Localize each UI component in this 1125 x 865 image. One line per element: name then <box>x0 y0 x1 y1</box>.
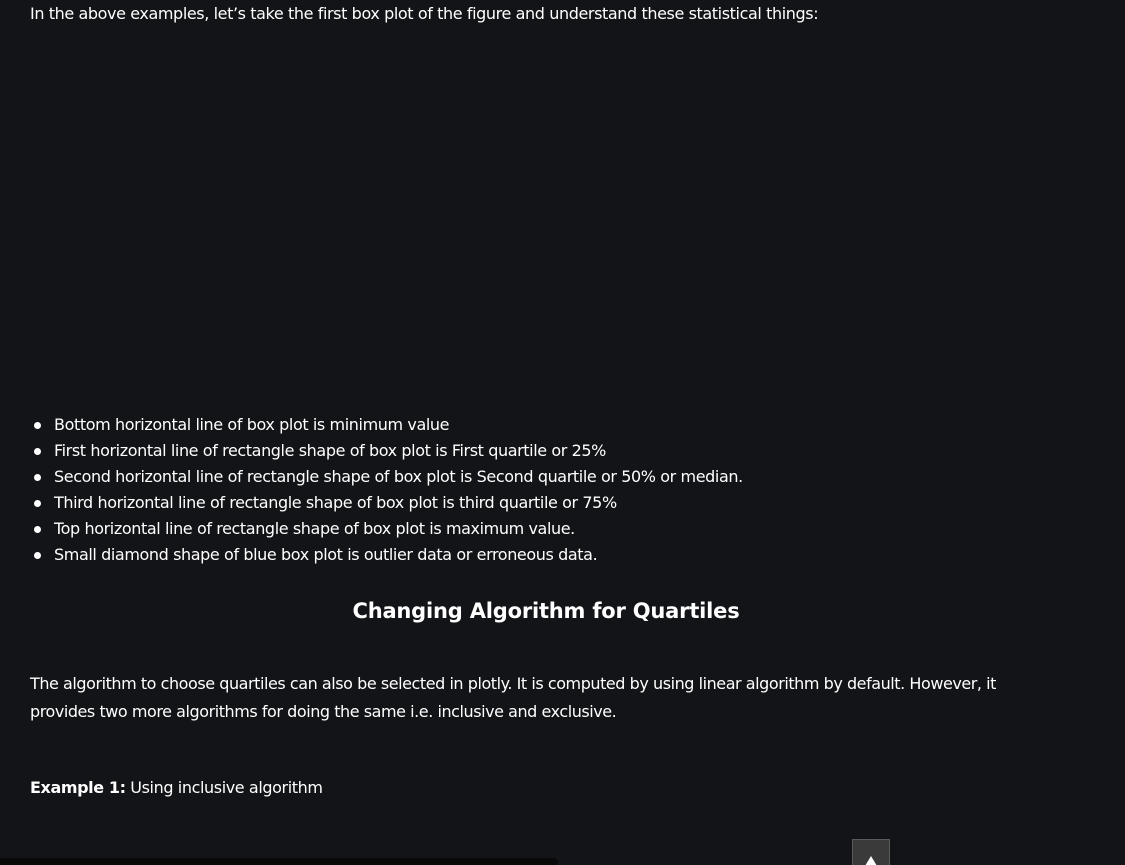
figure-area <box>30 40 1070 400</box>
list-item: Top horizontal line of rectangle shape o… <box>34 516 743 542</box>
article-page: In the above examples, let’s take the fi… <box>0 0 1125 865</box>
example-label: Example 1: <box>30 778 126 797</box>
list-item: Third horizontal line of rectangle shape… <box>34 490 743 516</box>
intro-text: In the above examples, let’s take the fi… <box>30 4 819 23</box>
list-item: Small diamond shape of blue box plot is … <box>34 542 743 568</box>
statistics-list: Bottom horizontal line of box plot is mi… <box>30 412 743 568</box>
algorithm-paragraph: The algorithm to choose quartiles can al… <box>30 674 996 721</box>
example-line: Example 1: Using inclusive algorithm <box>30 775 323 801</box>
list-item: Second horizontal line of rectangle shap… <box>34 464 743 490</box>
section-heading: Changing Algorithm for Quartiles <box>352 599 740 623</box>
list-item: First horizontal line of rectangle shape… <box>34 438 743 464</box>
example-text: Using inclusive algorithm <box>125 778 323 797</box>
scroll-to-top-button[interactable] <box>852 839 890 865</box>
arrow-up-icon <box>865 856 877 865</box>
list-item: Bottom horizontal line of box plot is mi… <box>34 412 743 438</box>
bottom-bar <box>0 858 558 865</box>
